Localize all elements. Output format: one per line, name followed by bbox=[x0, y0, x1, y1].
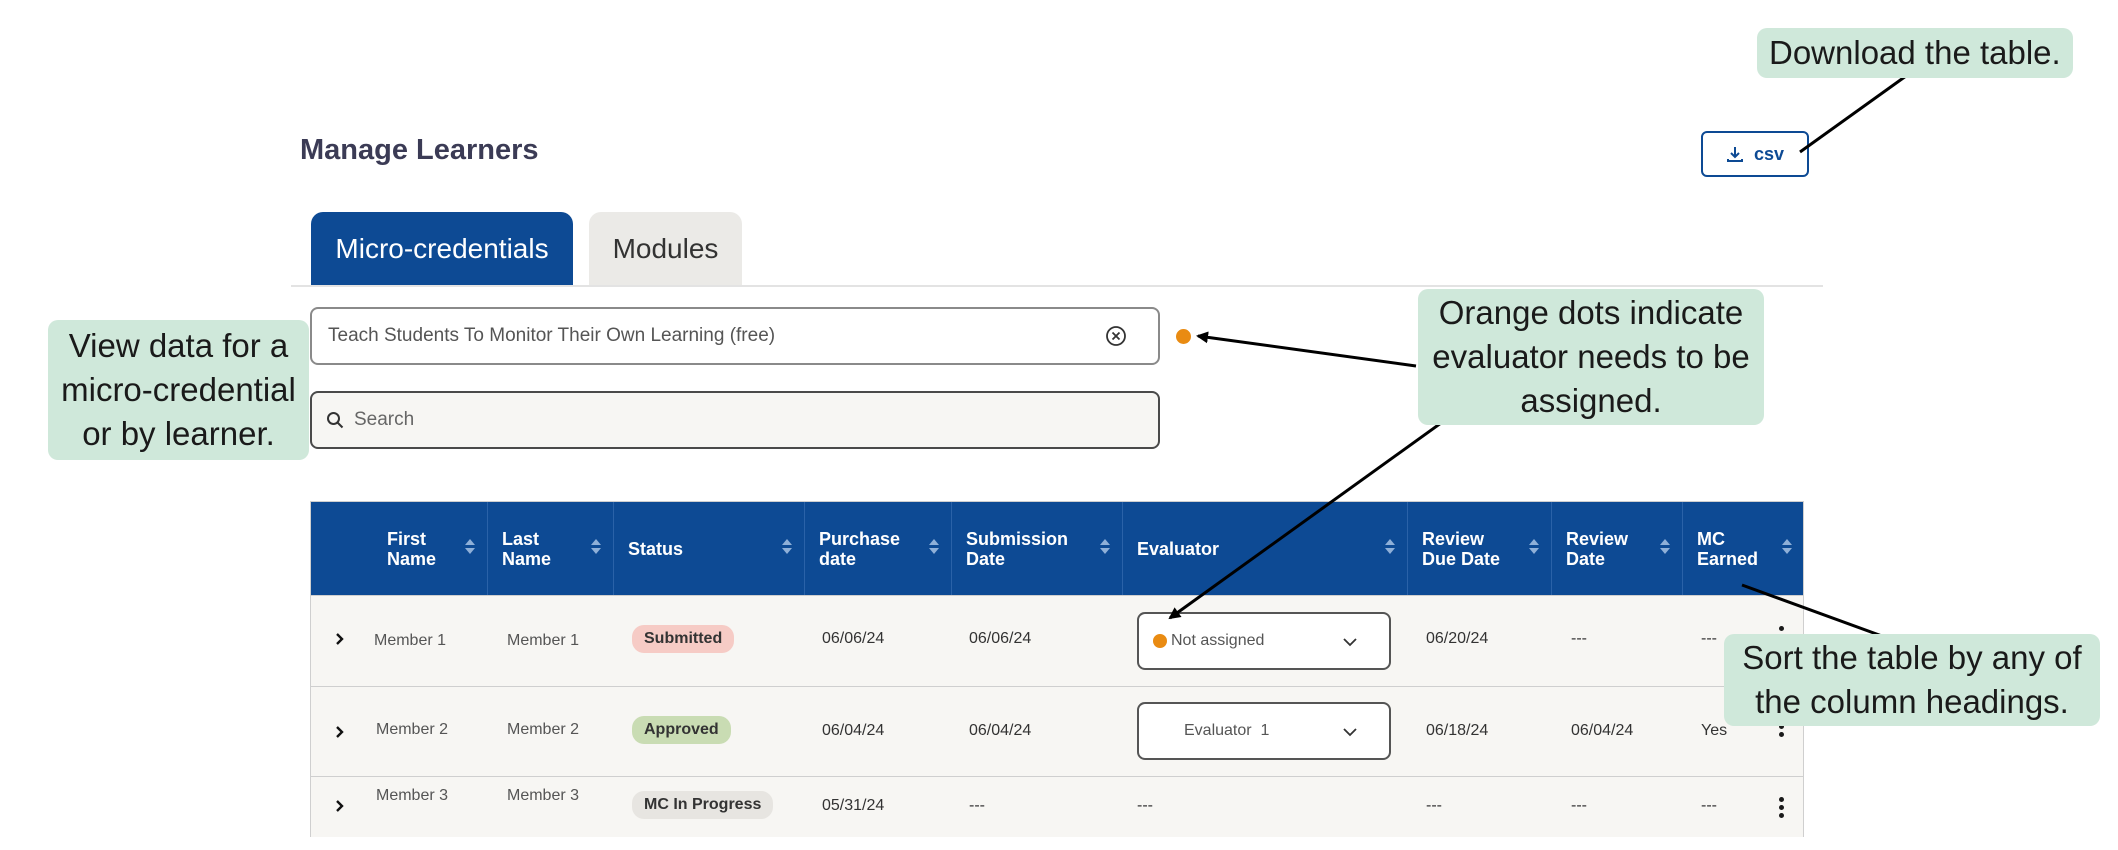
review-due-date-cell: 06/18/24 bbox=[1426, 722, 1489, 739]
submission-date-cell: --- bbox=[969, 797, 985, 814]
evaluator-select[interactable]: Not assigned bbox=[1137, 612, 1391, 670]
column-header-submission-date[interactable]: Submission Date bbox=[951, 502, 1122, 595]
search-icon bbox=[326, 411, 344, 429]
sort-icon bbox=[465, 539, 475, 554]
mc-earned-cell: --- bbox=[1701, 797, 1717, 814]
last-name-cell: Member 3 bbox=[507, 787, 580, 804]
expand-row-icon[interactable] bbox=[335, 632, 345, 651]
review-date-cell: --- bbox=[1571, 630, 1587, 647]
csv-download-button[interactable]: csv bbox=[1701, 131, 1809, 177]
evaluator-select[interactable]: Evaluator 1 bbox=[1137, 702, 1391, 760]
sort-icon bbox=[1529, 539, 1539, 554]
first-name-cell: Member 1 bbox=[374, 632, 447, 649]
sort-icon bbox=[1660, 539, 1670, 554]
status-badge: Approved bbox=[632, 716, 731, 744]
column-header-status[interactable]: Status bbox=[613, 502, 804, 595]
sort-icon bbox=[782, 539, 792, 554]
purchase-date-cell: 05/31/24 bbox=[822, 797, 885, 814]
last-name-cell: Member 2 bbox=[507, 721, 580, 738]
column-header-mc-earned[interactable]: MC Earned bbox=[1682, 502, 1804, 595]
column-header-review-due-date[interactable]: Review Due Date bbox=[1407, 502, 1551, 595]
first-name-cell: Member 3 bbox=[376, 787, 449, 804]
callout-download: Download the table. bbox=[1757, 28, 2073, 78]
sort-icon bbox=[929, 539, 939, 554]
chevron-down-icon bbox=[1343, 724, 1357, 742]
submission-date-cell: 06/04/24 bbox=[969, 722, 1032, 739]
chevron-down-icon bbox=[1343, 634, 1357, 652]
unassigned-indicator-dot bbox=[1176, 329, 1191, 344]
review-due-date-cell: 06/20/24 bbox=[1426, 630, 1489, 647]
evaluator-value: Not assigned bbox=[1171, 632, 1265, 649]
status-badge: MC In Progress bbox=[632, 791, 774, 819]
download-icon bbox=[1726, 145, 1744, 163]
page-title: Manage Learners bbox=[300, 134, 539, 166]
column-header-purchase-date[interactable]: Purchase date bbox=[804, 502, 951, 595]
column-header-review-date[interactable]: Review Date bbox=[1551, 502, 1682, 595]
submission-date-cell: 06/06/24 bbox=[969, 630, 1032, 647]
status-badge: Submitted bbox=[632, 625, 735, 653]
selector-value: Teach Students To Monitor Their Own Lear… bbox=[328, 325, 776, 346]
tab-modules[interactable]: Modules bbox=[589, 212, 742, 286]
clear-icon[interactable] bbox=[1104, 324, 1128, 348]
sort-icon bbox=[1100, 539, 1110, 554]
tab-divider bbox=[291, 285, 1823, 287]
sort-icon bbox=[1782, 539, 1792, 554]
sort-icon bbox=[591, 539, 601, 554]
callout-orange-dots: Orange dots indicate evaluator needs to … bbox=[1418, 289, 1764, 425]
first-name-cell: Member 2 bbox=[376, 721, 449, 738]
evaluator-cell: --- bbox=[1137, 797, 1153, 814]
mc-earned-cell: Yes bbox=[1701, 722, 1728, 739]
expand-row-icon[interactable] bbox=[335, 725, 345, 744]
csv-label: csv bbox=[1753, 143, 1785, 164]
column-header-evaluator[interactable]: Evaluator bbox=[1122, 502, 1407, 595]
micro-credential-selector[interactable]: Teach Students To Monitor Their Own Lear… bbox=[310, 307, 1160, 365]
search-input[interactable] bbox=[352, 408, 1144, 432]
expand-row-icon[interactable] bbox=[335, 799, 345, 818]
evaluator-value: Evaluator 1 bbox=[1184, 722, 1270, 739]
row-menu-icon[interactable] bbox=[1779, 797, 1784, 818]
mc-earned-cell: --- bbox=[1701, 630, 1717, 647]
table-row: Member 1 Member 1 Submitted 06/06/24 06/… bbox=[311, 595, 1803, 686]
review-date-cell: --- bbox=[1571, 797, 1587, 814]
learners-table: First Name Last Name Status Purchase dat… bbox=[310, 501, 1804, 837]
table-header: First Name Last Name Status Purchase dat… bbox=[311, 502, 1803, 595]
purchase-date-cell: 06/06/24 bbox=[822, 630, 885, 647]
tab-micro-credentials[interactable]: Micro-credentials bbox=[311, 212, 573, 286]
column-header-last-name[interactable]: Last Name bbox=[487, 502, 613, 595]
sort-icon bbox=[1385, 539, 1395, 554]
table-row: Member 3 Member 3 MC In Progress 05/31/2… bbox=[311, 776, 1803, 837]
review-date-cell: 06/04/24 bbox=[1571, 722, 1634, 739]
unassigned-indicator-dot bbox=[1153, 634, 1167, 648]
purchase-date-cell: 06/04/24 bbox=[822, 722, 885, 739]
search-box[interactable] bbox=[310, 391, 1160, 449]
callout-view-data: View data for a micro-credential or by l… bbox=[48, 320, 309, 460]
last-name-cell: Member 1 bbox=[507, 632, 580, 649]
review-due-date-cell: --- bbox=[1426, 797, 1442, 814]
callout-sort: Sort the table by any of the column head… bbox=[1724, 634, 2100, 726]
column-header-first-name[interactable]: First Name bbox=[311, 502, 487, 595]
table-row: Member 2 Member 2 Approved 06/04/24 06/0… bbox=[311, 686, 1803, 776]
